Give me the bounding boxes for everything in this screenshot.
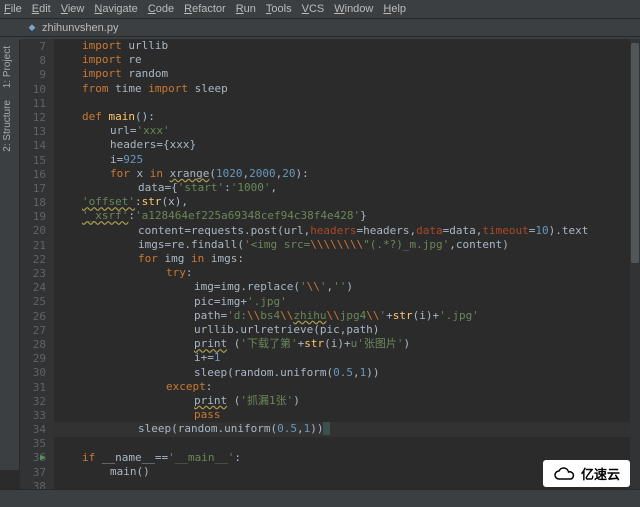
code-line: for img in imgs: bbox=[138, 252, 244, 266]
code-line: for x in xrange(1020,2000,20): bbox=[110, 167, 309, 181]
line-number: 27 bbox=[20, 324, 54, 338]
code-line: print ('抓漏1张') bbox=[194, 394, 300, 408]
line-number: 8 bbox=[20, 54, 54, 68]
line-number: 28 bbox=[20, 338, 54, 352]
code-line: path='d:\\bs4\\zhihu\\jpg4\\'+str(i)+'.j… bbox=[194, 309, 479, 323]
code-line: i+=1 bbox=[194, 351, 221, 365]
line-number: 30 bbox=[20, 366, 54, 380]
menu-help[interactable]: Help bbox=[383, 3, 406, 15]
menu-refactor[interactable]: Refactor bbox=[184, 3, 226, 15]
code-line: import random bbox=[82, 67, 168, 81]
line-number: 13 bbox=[20, 125, 54, 139]
code-line: sleep(random.uniform(0.5,1)) bbox=[194, 366, 379, 380]
code-line: img=img.replace('\\','') bbox=[194, 280, 353, 294]
line-number: 25 bbox=[20, 295, 54, 309]
breadcrumb-file[interactable]: zhihunvshen.py bbox=[42, 22, 118, 34]
code-line: headers={xxx} bbox=[110, 138, 196, 152]
code-line: main() bbox=[110, 465, 150, 479]
code-line: imgs=re.findall('<img src=\\\\\\\\"(.*?)… bbox=[138, 238, 509, 252]
code-line: content=requests.post(url,headers=header… bbox=[138, 224, 588, 238]
code-line: try: bbox=[166, 266, 193, 280]
code-line: pass bbox=[194, 408, 221, 422]
menu-window[interactable]: Window bbox=[334, 3, 373, 15]
line-number: 26 bbox=[20, 310, 54, 324]
python-file-icon bbox=[26, 22, 38, 34]
code-line: print ('下载了第'+str(i)+u'张图片') bbox=[194, 337, 410, 351]
scrollbar-thumb[interactable] bbox=[631, 43, 639, 263]
line-number: 7 bbox=[20, 40, 54, 54]
line-number: 32 bbox=[20, 395, 54, 409]
line-number: 21 bbox=[20, 239, 54, 253]
menu-view[interactable]: View bbox=[61, 3, 85, 15]
line-number: 17 bbox=[20, 182, 54, 196]
code-line: sleep(random.uniform(0.5,1)) bbox=[138, 422, 330, 436]
code-line: data={'start':'1000', bbox=[138, 181, 277, 195]
code-line: urllib.urlretrieve(pic,path) bbox=[194, 323, 379, 337]
vertical-scrollbar[interactable] bbox=[630, 39, 640, 489]
line-number: 11 bbox=[20, 97, 54, 111]
line-number: 23 bbox=[20, 267, 54, 281]
line-number: 19 bbox=[20, 210, 54, 224]
line-number: 31 bbox=[20, 381, 54, 395]
line-number: 15 bbox=[20, 154, 54, 168]
code-line: def main(): bbox=[82, 110, 155, 124]
breadcrumb: zhihunvshen.py bbox=[0, 19, 640, 37]
line-number: 22 bbox=[20, 253, 54, 267]
code-line: if __name__=='__main__': bbox=[82, 451, 241, 465]
code-editor[interactable]: 7891011121314151617181920212223242526272… bbox=[20, 39, 640, 489]
line-number: 12 bbox=[20, 111, 54, 125]
menu-tools[interactable]: Tools bbox=[266, 3, 292, 15]
line-number: 24 bbox=[20, 281, 54, 295]
line-number: 35 bbox=[20, 437, 54, 451]
code-line: import urllib bbox=[82, 39, 168, 53]
line-number: 16 bbox=[20, 168, 54, 182]
code-area[interactable]: import urllibimport reimport randomfrom … bbox=[54, 39, 640, 489]
tool-tab-structure[interactable]: 2: Structure bbox=[0, 94, 15, 158]
tool-tab-project[interactable]: 1: Project bbox=[0, 40, 15, 94]
line-number: 29 bbox=[20, 352, 54, 366]
menu-vcs[interactable]: VCS bbox=[302, 3, 325, 15]
line-number: 36 bbox=[20, 451, 54, 465]
code-line: pic=img+'.jpg' bbox=[194, 295, 287, 309]
line-number: 33 bbox=[20, 409, 54, 423]
line-number: 9 bbox=[20, 68, 54, 82]
line-number: 10 bbox=[20, 83, 54, 97]
menu-navigate[interactable]: Navigate bbox=[94, 3, 137, 15]
line-number: 34 bbox=[20, 423, 54, 437]
code-line: except: bbox=[166, 380, 212, 394]
code-line: from time import sleep bbox=[82, 82, 228, 96]
code-line: i=925 bbox=[110, 153, 143, 167]
run-gutter-icon[interactable]: ▶ bbox=[40, 451, 45, 465]
line-number: 18 bbox=[20, 196, 54, 210]
code-line: '_xsrf':'a128464ef225a69348cef94c38f4e42… bbox=[82, 209, 367, 223]
code-line: 'offset':str(x), bbox=[82, 195, 188, 209]
code-line: import re bbox=[82, 53, 142, 67]
menu-edit[interactable]: Edit bbox=[32, 3, 51, 15]
menu-file[interactable]: File bbox=[4, 3, 22, 15]
line-number: 37 bbox=[20, 466, 54, 480]
menu-bar: File Edit View Navigate Code Refactor Run Tools… bbox=[0, 0, 640, 19]
watermark: 亿速云 bbox=[543, 460, 630, 487]
line-gutter: 7891011121314151617181920212223242526272… bbox=[20, 39, 54, 489]
line-number: 14 bbox=[20, 139, 54, 153]
tool-window-bar-left: 1: Project 2: Structure bbox=[0, 40, 20, 470]
cloud-icon bbox=[553, 467, 575, 481]
line-number: 20 bbox=[20, 224, 54, 238]
menu-run[interactable]: Run bbox=[236, 3, 256, 15]
status-bar bbox=[0, 489, 640, 507]
code-line: url='xxx' bbox=[110, 124, 170, 138]
menu-code[interactable]: Code bbox=[148, 3, 174, 15]
